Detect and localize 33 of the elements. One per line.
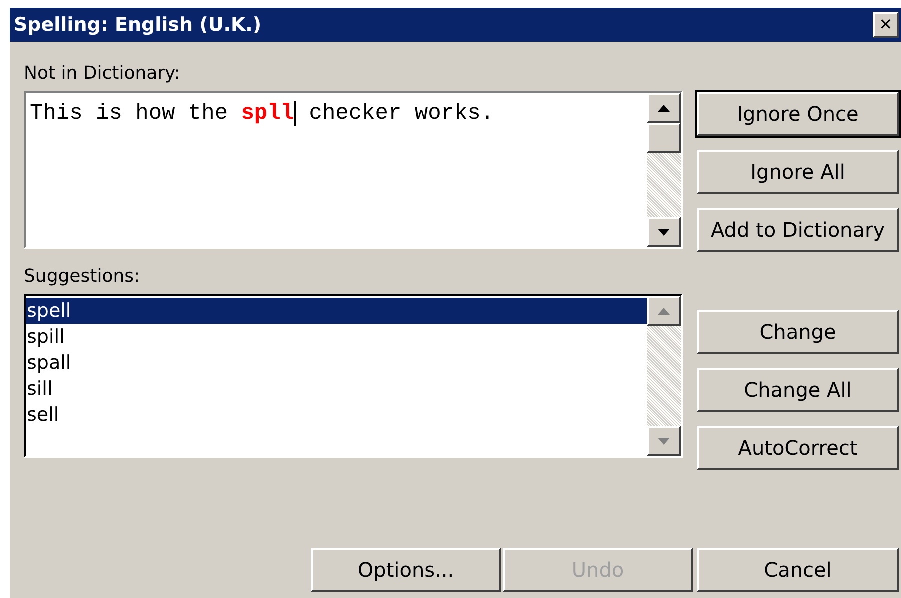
dialog-button[interactable]: Ignore All: [697, 150, 899, 194]
scroll-up-button[interactable]: [647, 93, 681, 123]
close-button[interactable]: ✕: [873, 12, 899, 38]
scroll-down-button[interactable]: [647, 426, 681, 456]
suggestions-list[interactable]: spell spill spall sill sell: [24, 294, 683, 458]
window-title: Spelling: English (U.K.): [14, 12, 262, 38]
down-arrow-icon: [658, 438, 670, 444]
scrollbar[interactable]: [647, 296, 681, 456]
dialog-button[interactable]: AutoCorrect: [697, 426, 899, 470]
scroll-thumb[interactable]: [647, 123, 681, 153]
up-arrow-icon: [658, 308, 670, 314]
field-label: Not in Dictionary:: [24, 62, 182, 86]
sentence-text: This is how the: [30, 101, 230, 126]
dialog-button[interactable]: Change All: [697, 368, 899, 412]
dialog-button[interactable]: Add to Dictionary: [697, 208, 899, 252]
dialog-button[interactable]: Change: [697, 310, 899, 354]
scroll-up-button[interactable]: [647, 296, 681, 326]
suggestion-item[interactable]: sill: [26, 376, 647, 402]
misspelled-word: spll: [241, 101, 296, 126]
text-field[interactable]: This is how the spll checker works.: [24, 91, 683, 249]
scrollbar[interactable]: [647, 93, 681, 247]
suggestion-item[interactable]: sell: [26, 402, 647, 428]
scroll-down-button[interactable]: [647, 217, 681, 247]
suggestion-item[interactable]: spill: [26, 324, 647, 350]
sentence-text: checker works.: [308, 101, 494, 126]
dialog-button[interactable]: Ignore Once: [697, 92, 899, 136]
dialog-button[interactable]: Cancel: [697, 548, 899, 592]
dialog-button[interactable]: Options...: [311, 548, 501, 592]
suggestion-item[interactable]: spell: [26, 298, 647, 324]
suggestion-item[interactable]: spall: [26, 350, 647, 376]
field-label: Suggestions:: [24, 265, 142, 289]
up-arrow-icon: [658, 104, 670, 112]
down-arrow-icon: [658, 228, 670, 236]
